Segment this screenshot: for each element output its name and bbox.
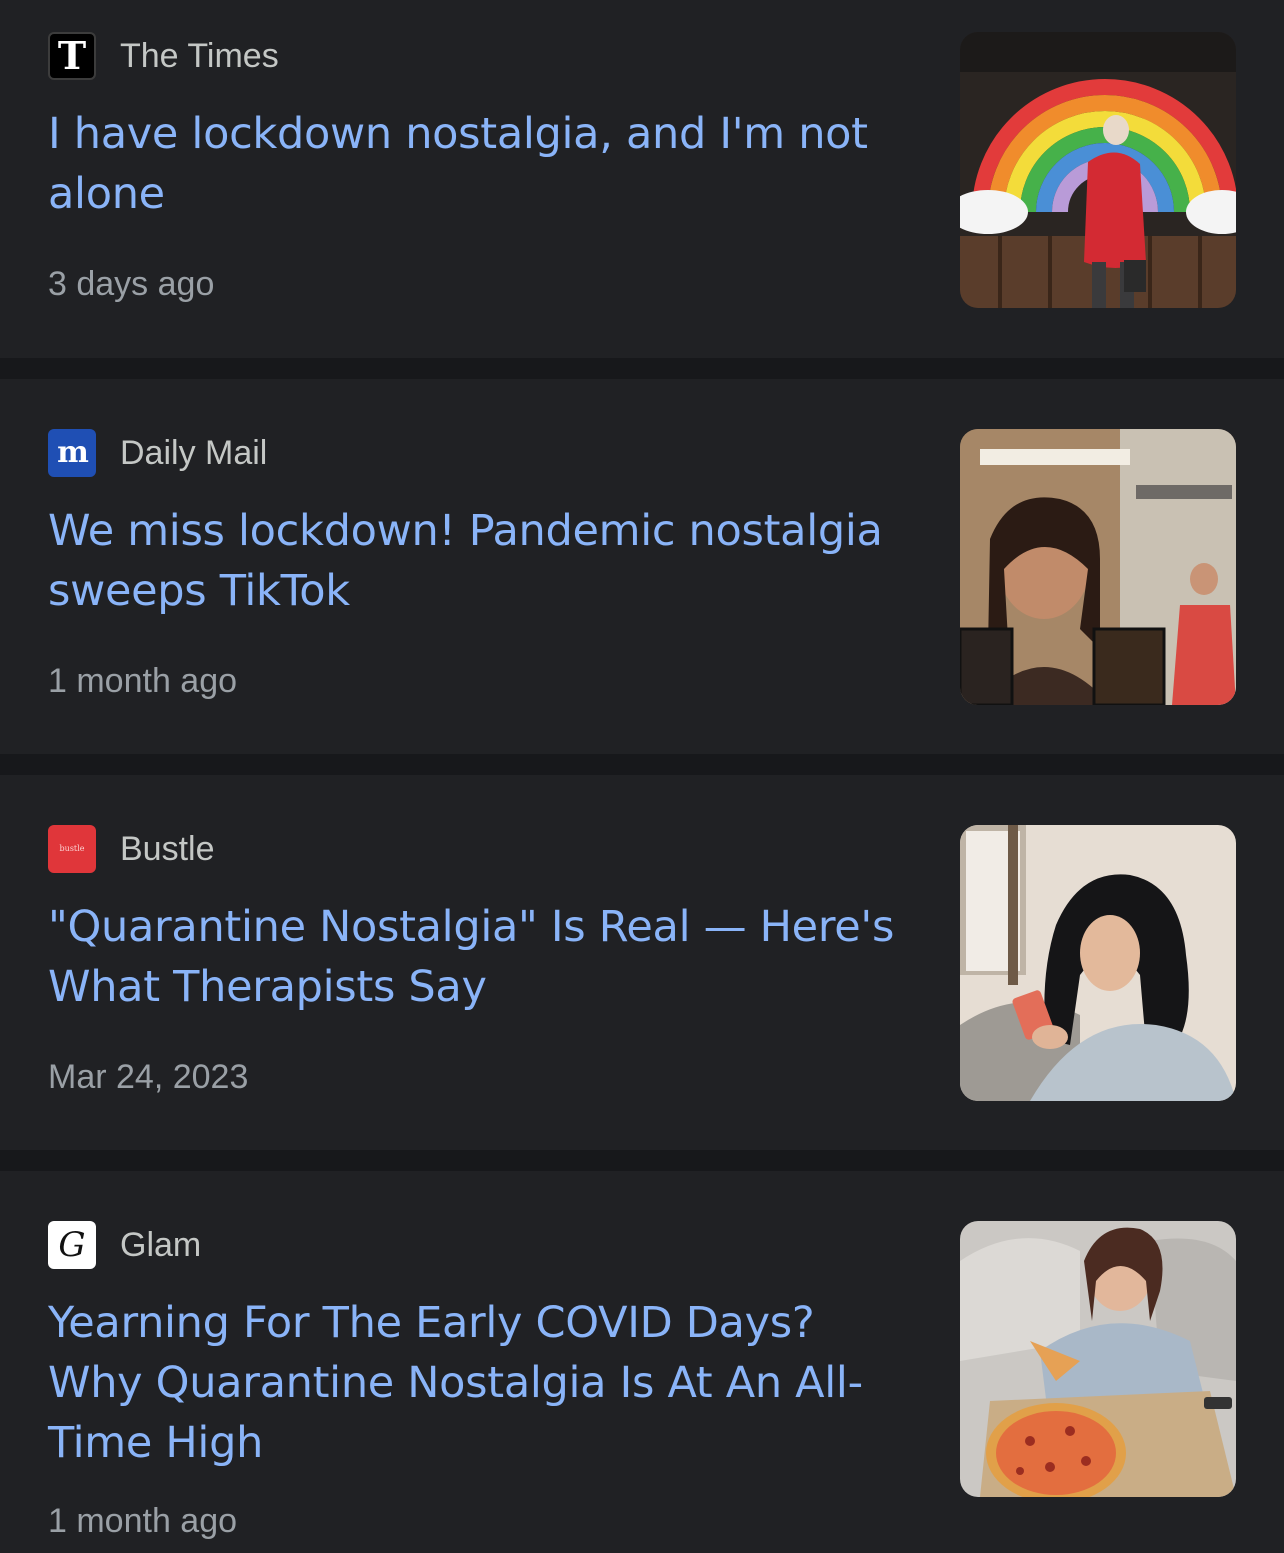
bustle-logo-icon: bustle bbox=[48, 825, 96, 873]
logo-glyph: bustle bbox=[59, 844, 85, 853]
article-time: Mar 24, 2023 bbox=[48, 1058, 249, 1096]
the-times-logo-icon: T bbox=[48, 32, 96, 80]
woman-with-pizza-thumbnail[interactable] bbox=[960, 1221, 1236, 1497]
source-row: bustle Bustle bbox=[48, 825, 215, 873]
woman-with-phone-thumbnail[interactable] bbox=[960, 825, 1236, 1101]
source-row: T The Times bbox=[48, 32, 279, 80]
source-name: Daily Mail bbox=[120, 434, 268, 472]
logo-glyph: G bbox=[58, 1225, 86, 1265]
source-name: Bustle bbox=[120, 830, 215, 868]
logo-glyph: m bbox=[57, 435, 89, 470]
source-name: Glam bbox=[120, 1226, 202, 1264]
tiktok-collage-thumbnail[interactable] bbox=[960, 429, 1236, 705]
article-headline-link[interactable]: Yearning For The Early COVID Days? Why Q… bbox=[48, 1293, 908, 1473]
source-row: m Daily Mail bbox=[48, 429, 267, 477]
glam-logo-icon: G bbox=[48, 1221, 96, 1269]
article-headline-link[interactable]: "Quarantine Nostalgia" Is Real — Here's … bbox=[48, 897, 908, 1017]
article-headline-link[interactable]: We miss lockdown! Pandemic nostalgia swe… bbox=[48, 501, 908, 621]
article-headline-link[interactable]: I have lockdown nostalgia, and I'm not a… bbox=[48, 104, 908, 224]
article-time: 1 month ago bbox=[48, 1502, 238, 1540]
news-card[interactable]: G Glam Yearning For The Early COVID Days… bbox=[0, 1171, 1284, 1553]
logo-glyph: T bbox=[57, 33, 87, 78]
article-time: 3 days ago bbox=[48, 265, 215, 303]
source-name: The Times bbox=[120, 37, 279, 75]
daily-mail-logo-icon: m bbox=[48, 429, 96, 477]
news-card[interactable]: T The Times I have lockdown nostalgia, a… bbox=[0, 0, 1284, 358]
news-card[interactable]: bustle Bustle "Quarantine Nostalgia" Is … bbox=[0, 775, 1284, 1150]
news-card[interactable]: m Daily Mail We miss lockdown! Pandemic … bbox=[0, 379, 1284, 754]
rainbow-mural-thumbnail[interactable] bbox=[960, 32, 1236, 308]
source-row: G Glam bbox=[48, 1221, 201, 1269]
article-time: 1 month ago bbox=[48, 662, 238, 700]
